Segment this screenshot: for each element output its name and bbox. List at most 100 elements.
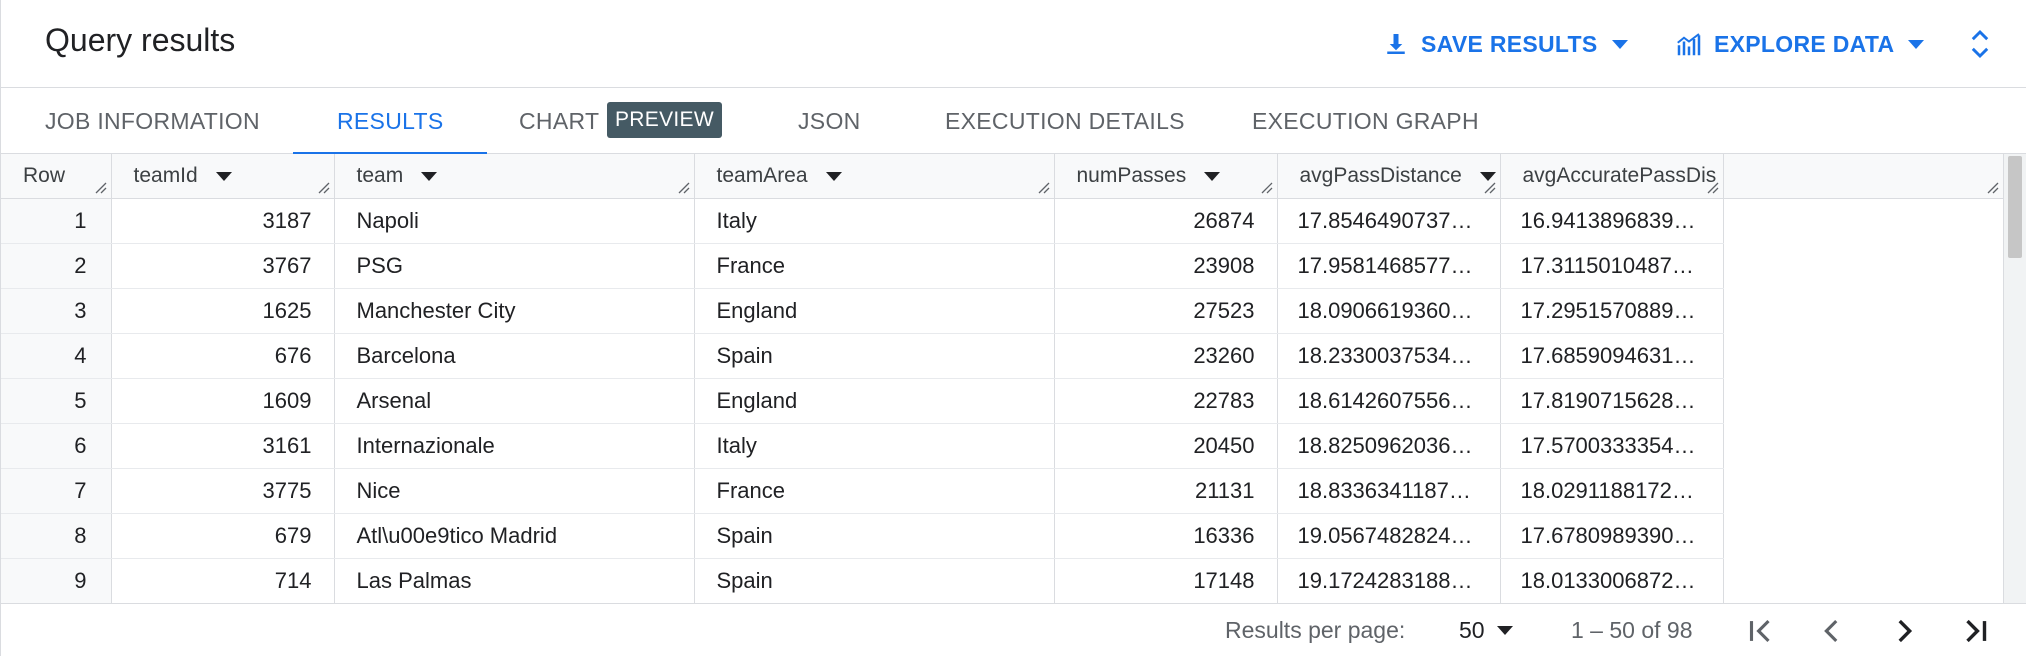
cell-avgpassdistance[interactable]: 18.83363411879… [1277,468,1501,514]
cell-teamarea[interactable]: Italy [694,423,1055,469]
cell-avgpassdistance[interactable]: 19.17242831888… [1277,558,1501,603]
table-row[interactable]: 3 1625 Manchester City England 27523 18.09066… [1,288,2003,334]
column-header-teamarea[interactable]: teamArea [694,154,1055,199]
scrollbar-thumb[interactable] [2008,156,2022,258]
sort-arrow-icon[interactable] [825,171,842,181]
cell-team[interactable]: PSG [334,243,695,289]
cell-avgaccuratepassdistance[interactable]: 17.57003333548… [1500,423,1724,469]
cell-avgaccuratepassdistance[interactable]: 17.31150104876… [1500,243,1724,289]
cell-numpasses[interactable]: 27523 [1054,288,1278,334]
cell-avgpassdistance[interactable]: 18.61426075562… [1277,378,1501,424]
cell-teamid[interactable]: 714 [111,558,335,603]
sort-arrow-icon[interactable] [215,171,232,181]
column-header-teamid[interactable]: teamId [111,154,335,199]
save-results-button[interactable]: SAVE RESULTS [1381,26,1628,62]
last-page-icon[interactable] [1959,614,1993,648]
cell-avgaccuratepassdistance[interactable]: 17.29515708892… [1500,288,1724,334]
vertical-scrollbar[interactable] [2003,154,2026,603]
cell-team[interactable]: Arsenal [334,378,695,424]
expand-collapse-icon[interactable] [1965,26,1995,62]
resize-handle-icon[interactable] [1705,180,1719,194]
previous-page-icon[interactable] [1815,614,1849,648]
tab-results[interactable]: RESULTS [292,88,489,155]
table-row[interactable]: 7 3775 Nice France 21131 18.83363411879… 18.02… [1,468,2003,514]
cell-numpasses[interactable]: 21131 [1054,468,1278,514]
cell-numpasses[interactable]: 26874 [1054,198,1278,244]
cell-teamid[interactable]: 679 [111,513,335,559]
cell-avgpassdistance[interactable]: 17.95814685772… [1277,243,1501,289]
tab-json[interactable]: JSON [798,88,861,154]
table-row[interactable]: 1 3187 Napoli Italy 26874 17.85464907375… 16.9… [1,198,2003,244]
cell-avgaccuratepassdistance[interactable]: 16.94138968394… [1500,198,1724,244]
column-header-team[interactable]: team [334,154,695,199]
cell-avgaccuratepassdistance[interactable]: 17.67809893905… [1500,513,1724,559]
cell-team[interactable]: Manchester City [334,288,695,334]
cell-teamid[interactable]: 676 [111,333,335,379]
cell-teamid[interactable]: 3767 [111,243,335,289]
table-row[interactable]: 4 676 Barcelona Spain 23260 18.23300375346… 17… [1,333,2003,379]
cell-teamid[interactable]: 1625 [111,288,335,334]
resize-handle-icon[interactable] [676,180,690,194]
table-row[interactable]: 2 3767 PSG France 23908 17.95814685772… 17.311… [1,243,2003,289]
cell-numpasses[interactable]: 23260 [1054,333,1278,379]
cell-avgpassdistance[interactable]: 19.05674828240… [1277,513,1501,559]
cell-team[interactable]: Las Palmas [334,558,695,603]
cell-avgpassdistance[interactable]: 17.85464907375… [1277,198,1501,244]
cell-teamarea[interactable]: Italy [694,198,1055,244]
cell-team[interactable]: Internazionale [334,423,695,469]
chevron-down-icon [1496,626,1513,635]
resize-handle-icon[interactable] [1482,180,1496,194]
sort-arrow-icon[interactable] [1204,171,1221,181]
cell-teamarea[interactable]: Spain [694,333,1055,379]
cell-numpasses[interactable]: 16336 [1054,513,1278,559]
explore-data-button[interactable]: EXPLORE DATA [1674,26,1925,62]
resize-handle-icon[interactable] [316,180,330,194]
cell-avgaccuratepassdistance[interactable]: 17.81907156285… [1500,378,1724,424]
sort-arrow-icon[interactable] [421,171,438,181]
table-row[interactable]: 5 1609 Arsenal England 22783 18.61426075562… 1… [1,378,2003,424]
table-row[interactable]: 8 679 Atl\u00e9tico Madrid Spain 16336 19.056… [1,513,2003,559]
column-header-avgpassdistance[interactable]: avgPassDistance [1277,154,1501,199]
cell-avgpassdistance[interactable]: 18.09066193601… [1277,288,1501,334]
cell-avgpassdistance[interactable]: 18.82509620369… [1277,423,1501,469]
first-page-icon[interactable] [1743,614,1777,648]
column-header-avgaccuratepassdistance[interactable]: avgAccuratePassDis [1500,154,1724,199]
resize-handle-icon[interactable] [1259,180,1273,194]
tab-execution-details[interactable]: EXECUTION DETAILS [945,88,1185,154]
results-table-container: Row teamId team teamArea numPasses avgPa… [1,154,2003,603]
cell-teamid[interactable]: 1609 [111,378,335,424]
cell-teamid[interactable]: 3161 [111,423,335,469]
cell-teamarea[interactable]: Spain [694,513,1055,559]
cell-teamarea[interactable]: France [694,468,1055,514]
cell-teamarea[interactable]: France [694,243,1055,289]
results-per-page-select[interactable]: 50 [1459,604,1513,656]
cell-teamarea[interactable]: England [694,378,1055,424]
cell-teamid[interactable]: 3775 [111,468,335,514]
cell-numpasses[interactable]: 23908 [1054,243,1278,289]
cell-numpasses[interactable]: 17148 [1054,558,1278,603]
cell-team[interactable]: Nice [334,468,695,514]
cell-teamarea[interactable]: England [694,288,1055,334]
cell-team[interactable]: Atl\u00e9tico Madrid [334,513,695,559]
cell-avgaccuratepassdistance[interactable]: 17.68590946313… [1500,333,1724,379]
save-results-label: SAVE RESULTS [1421,30,1598,57]
column-header-numpasses[interactable]: numPasses [1054,154,1278,199]
tab-chart[interactable]: CHART [519,88,599,154]
cell-teamid[interactable]: 3187 [111,198,335,244]
resize-handle-icon[interactable] [93,180,107,194]
cell-avgpassdistance[interactable]: 18.23300375346… [1277,333,1501,379]
resize-handle-icon[interactable] [1036,180,1050,194]
tab-execution-graph[interactable]: EXECUTION GRAPH [1252,88,1479,154]
cell-avgaccuratepassdistance[interactable]: 18.02911881729… [1500,468,1724,514]
cell-team[interactable]: Barcelona [334,333,695,379]
cell-team[interactable]: Napoli [334,198,695,244]
next-page-icon[interactable] [1887,614,1921,648]
table-row[interactable]: 9 714 Las Palmas Spain 17148 19.17242831888… 1… [1,558,2003,603]
tab-job-information[interactable]: JOB INFORMATION [45,88,260,154]
resize-handle-icon[interactable] [1985,180,1999,194]
cell-teamarea[interactable]: Spain [694,558,1055,603]
cell-numpasses[interactable]: 22783 [1054,378,1278,424]
table-row[interactable]: 6 3161 Internazionale Italy 20450 18.82509620… [1,423,2003,469]
cell-avgaccuratepassdistance[interactable]: 18.01330068720… [1500,558,1724,603]
cell-numpasses[interactable]: 20450 [1054,423,1278,469]
